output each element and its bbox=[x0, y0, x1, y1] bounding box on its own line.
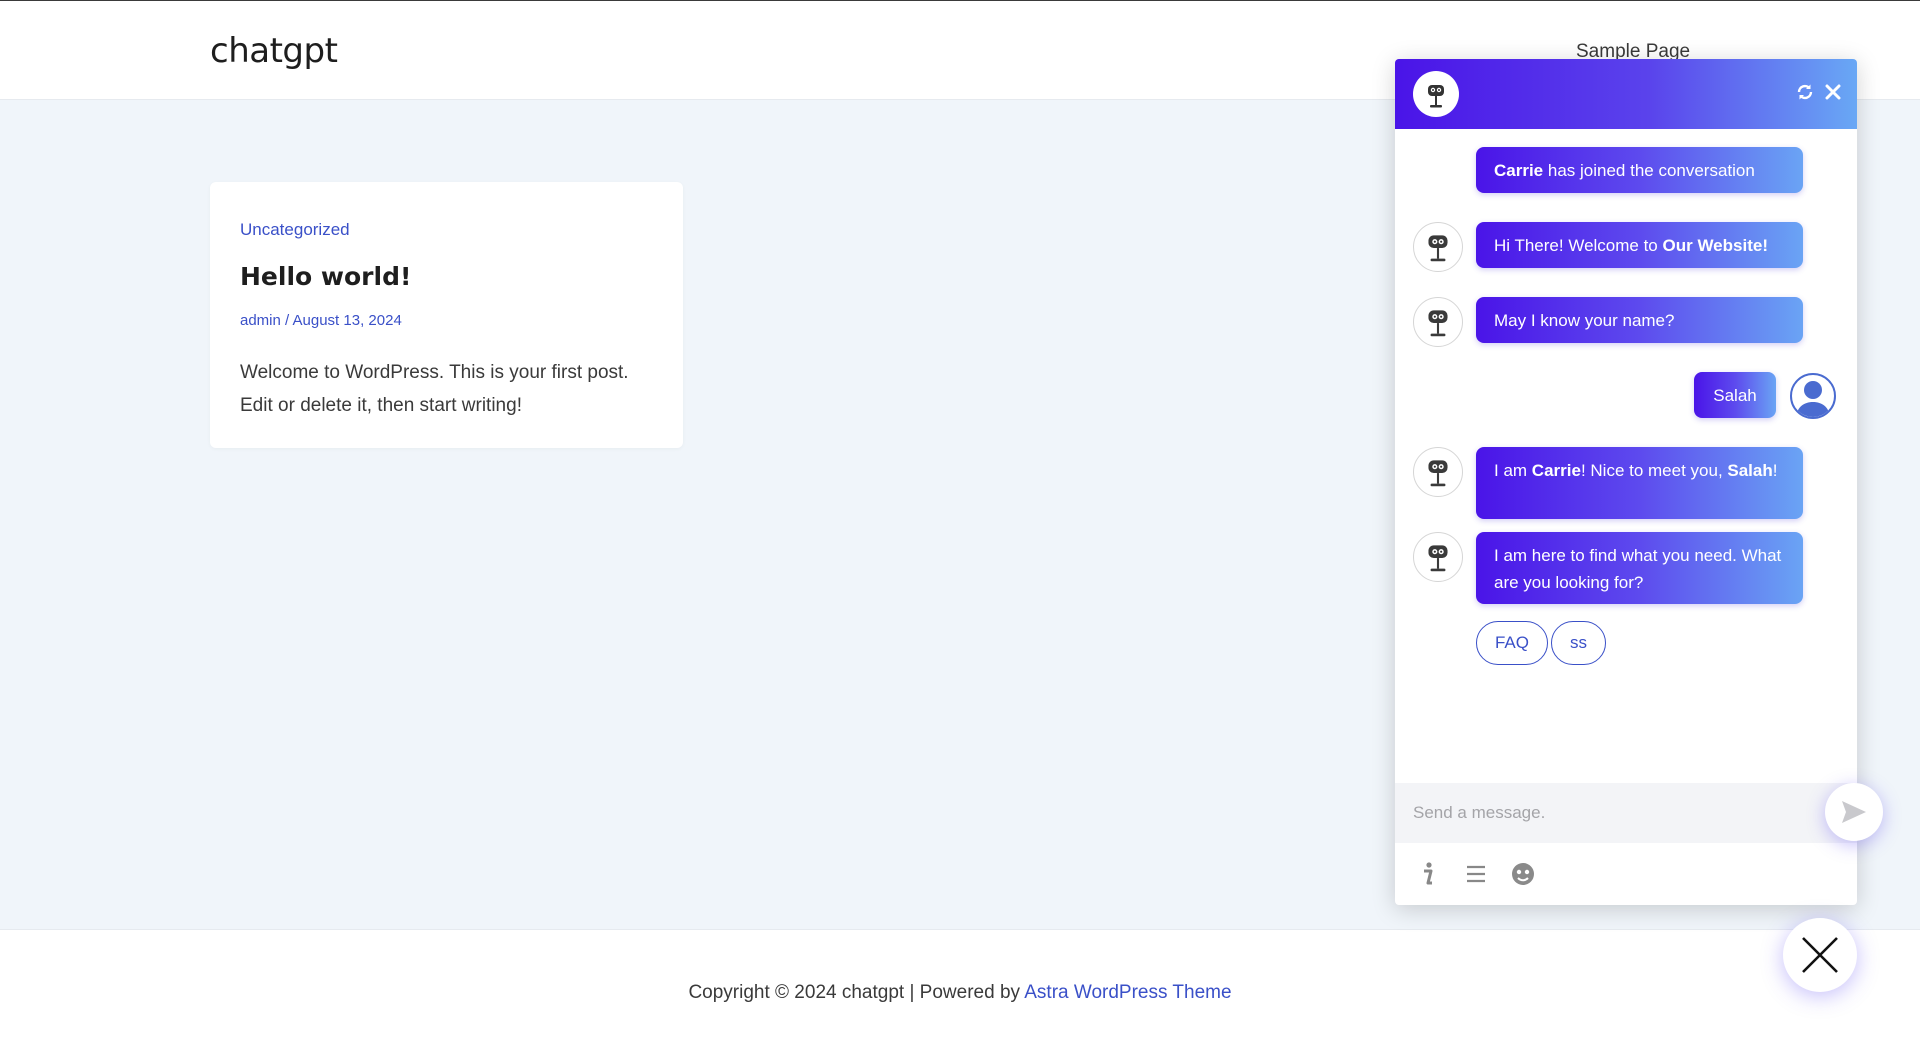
send-icon bbox=[1842, 801, 1866, 823]
bot-avatar bbox=[1413, 222, 1463, 272]
robot-icon bbox=[1428, 460, 1448, 487]
robot-icon bbox=[1428, 85, 1444, 108]
user-message: Salah bbox=[1694, 372, 1776, 418]
robot-icon bbox=[1428, 545, 1448, 572]
bot-message: I am here to find what you need. What ar… bbox=[1476, 532, 1803, 604]
refresh-icon[interactable] bbox=[1794, 81, 1816, 103]
footer-copyright-text: Copyright © 2024 chatgpt | Powered by bbox=[688, 982, 1025, 1003]
bot-message-post: ! bbox=[1772, 461, 1778, 480]
post-title[interactable]: Hello world! bbox=[240, 262, 411, 291]
robot-icon bbox=[1428, 235, 1448, 262]
bot-message-mid: ! Nice to meet you, bbox=[1580, 461, 1728, 480]
close-icon[interactable] bbox=[1822, 81, 1844, 103]
quick-reply-ss[interactable]: ss bbox=[1551, 621, 1606, 665]
bot-message: I am Carrie! Nice to meet you, Salah! bbox=[1476, 447, 1803, 519]
post-meta[interactable]: admin / August 13, 2024 bbox=[240, 312, 402, 329]
message-input-bar bbox=[1395, 783, 1857, 843]
bot-avatar bbox=[1413, 71, 1459, 117]
quick-reply-faq[interactable]: FAQ bbox=[1476, 621, 1548, 665]
close-icon bbox=[1802, 937, 1838, 973]
system-message: Carrie has joined the conversation bbox=[1476, 147, 1803, 193]
user-avatar bbox=[1790, 373, 1836, 419]
post-excerpt: Welcome to WordPress. This is your first… bbox=[240, 362, 629, 416]
info-icon[interactable] bbox=[1413, 859, 1443, 889]
chat-widget: Carrie has joined the conversation Hi Th… bbox=[1395, 59, 1857, 905]
site-footer: Copyright © 2024 chatgpt | Powered by As… bbox=[0, 929, 1920, 1054]
bot-avatar bbox=[1413, 532, 1463, 582]
menu-icon[interactable] bbox=[1461, 859, 1491, 889]
agent-name: Carrie bbox=[1531, 461, 1581, 480]
send-button[interactable] bbox=[1825, 783, 1883, 841]
bot-message: Hi There! Welcome to Our Website! bbox=[1476, 222, 1803, 268]
footer-theme-link[interactable]: Astra WordPress Theme bbox=[1024, 982, 1231, 1003]
bot-message-pre: I am bbox=[1494, 461, 1532, 480]
footer-copyright: Copyright © 2024 chatgpt | Powered by As… bbox=[0, 982, 1920, 1004]
emoji-icon[interactable] bbox=[1508, 859, 1538, 889]
bot-message-text: Hi There! Welcome to bbox=[1494, 236, 1663, 255]
bot-message-bold: Our Website! bbox=[1662, 236, 1768, 255]
chat-header bbox=[1395, 59, 1857, 129]
user-icon bbox=[1796, 381, 1830, 417]
post-card: Uncategorized Hello world! admin / Augus… bbox=[210, 182, 683, 448]
chat-toggle-button[interactable] bbox=[1783, 918, 1857, 992]
bot-avatar bbox=[1413, 447, 1463, 497]
system-message-text: has joined the conversation bbox=[1543, 161, 1755, 180]
bot-message: May I know your name? bbox=[1476, 297, 1803, 343]
message-input[interactable] bbox=[1413, 797, 1793, 829]
robot-icon bbox=[1428, 310, 1448, 337]
site-title[interactable]: chatgpt bbox=[210, 31, 338, 71]
post-category[interactable]: Uncategorized bbox=[240, 220, 350, 240]
bot-avatar bbox=[1413, 297, 1463, 347]
agent-name: Carrie bbox=[1494, 161, 1544, 180]
user-name: Salah bbox=[1727, 461, 1773, 480]
